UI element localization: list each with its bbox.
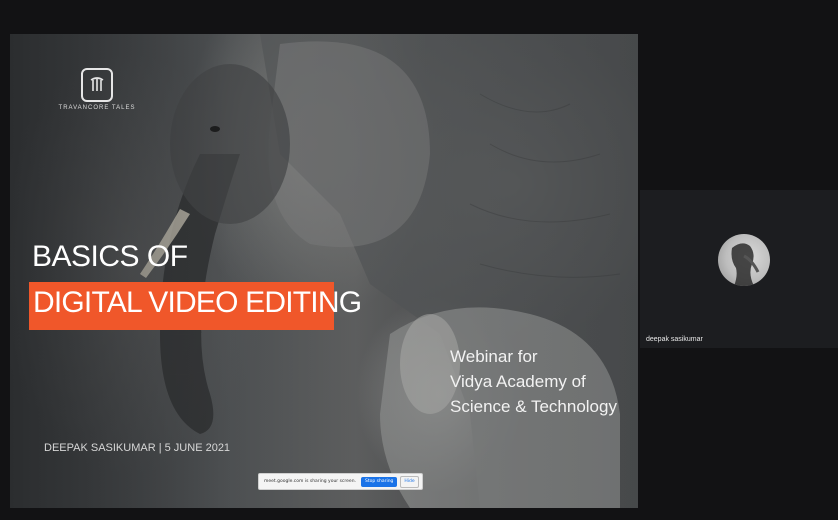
person-photo-icon bbox=[731, 243, 760, 286]
participant-name: deepak sasikumar bbox=[646, 336, 703, 343]
meeting-window: TRAVANCORE TALES BASICS OF DIGITAL VIDEO… bbox=[0, 0, 838, 520]
webinar-subtitle: Webinar for Vidya Academy of Science & T… bbox=[450, 344, 617, 419]
participant-tile[interactable]: deepak sasikumar bbox=[640, 190, 838, 348]
slide-title-line1: BASICS OF bbox=[32, 240, 188, 273]
brand-logo: TRAVANCORE TALES bbox=[52, 68, 142, 111]
webinar-line: Science & Technology bbox=[450, 397, 617, 416]
stop-sharing-button[interactable]: Stop sharing bbox=[360, 476, 398, 487]
share-message: meet.google.com is sharing your screen. bbox=[264, 479, 356, 484]
slide-title-line2: DIGITAL VIDEO EDITING bbox=[33, 286, 362, 319]
screen-share-notification: meet.google.com is sharing your screen. … bbox=[258, 473, 423, 490]
hide-button[interactable]: Hide bbox=[400, 475, 419, 488]
webinar-line: Vidya Academy of bbox=[450, 372, 586, 391]
webinar-line: Webinar for bbox=[450, 347, 538, 366]
logo-mark-icon bbox=[81, 68, 113, 102]
speaker-date-line: DEEPAK SASIKUMAR | 5 JUNE 2021 bbox=[44, 442, 231, 454]
avatar bbox=[718, 234, 770, 286]
logo-text: TRAVANCORE TALES bbox=[58, 105, 136, 111]
shared-screen-slide[interactable]: TRAVANCORE TALES BASICS OF DIGITAL VIDEO… bbox=[10, 34, 638, 508]
